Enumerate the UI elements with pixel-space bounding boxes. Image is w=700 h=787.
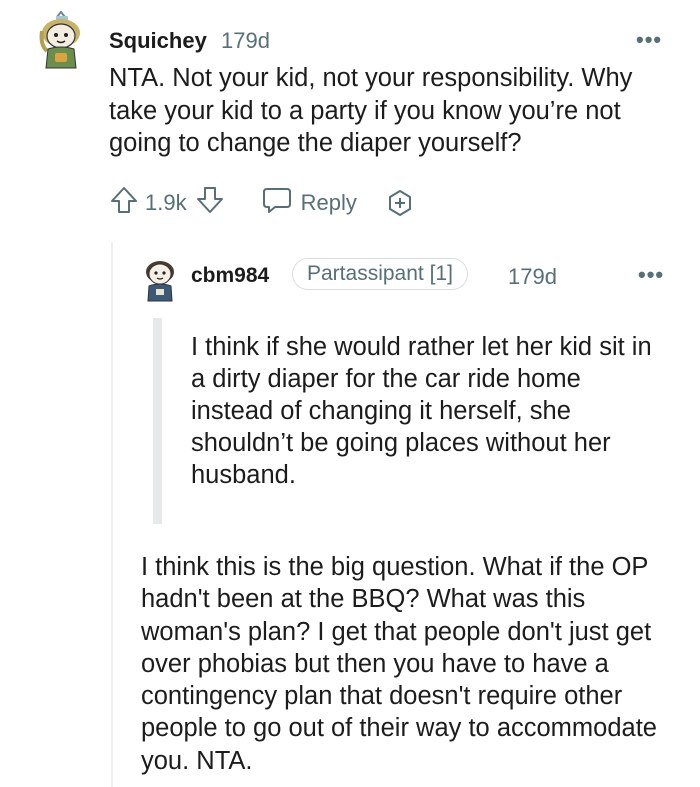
upvote-icon[interactable]	[109, 185, 139, 221]
reply-button[interactable]: Reply	[261, 185, 357, 221]
thread-line[interactable]	[111, 242, 113, 787]
blockquote-bar	[153, 318, 162, 524]
blockquote-text: I think if she would rather let her kid …	[191, 333, 652, 489]
username[interactable]: Squichey	[109, 28, 207, 54]
user-flair: Partassipant [1]	[292, 258, 468, 290]
timestamp[interactable]: 179d	[221, 28, 270, 54]
comment-body: I think this is the big question. What i…	[141, 553, 657, 775]
more-options-icon[interactable]: •••	[638, 262, 664, 288]
username[interactable]: cbm984	[191, 264, 269, 288]
avatar[interactable]	[37, 10, 85, 69]
reply-label: Reply	[300, 190, 357, 215]
more-options-icon[interactable]: •••	[636, 27, 662, 53]
vote-score: 1.9k	[145, 190, 187, 215]
avatar[interactable]	[142, 256, 178, 302]
reply-icon	[261, 185, 293, 221]
vote-controls: 1.9k	[109, 185, 225, 221]
downvote-icon[interactable]	[195, 185, 225, 221]
comment-body: NTA. Not your kid, not your responsibili…	[109, 64, 633, 157]
comment-action-bar: 1.9k Reply	[109, 185, 415, 221]
award-icon[interactable]	[385, 188, 415, 218]
timestamp[interactable]: 179d	[508, 264, 557, 290]
